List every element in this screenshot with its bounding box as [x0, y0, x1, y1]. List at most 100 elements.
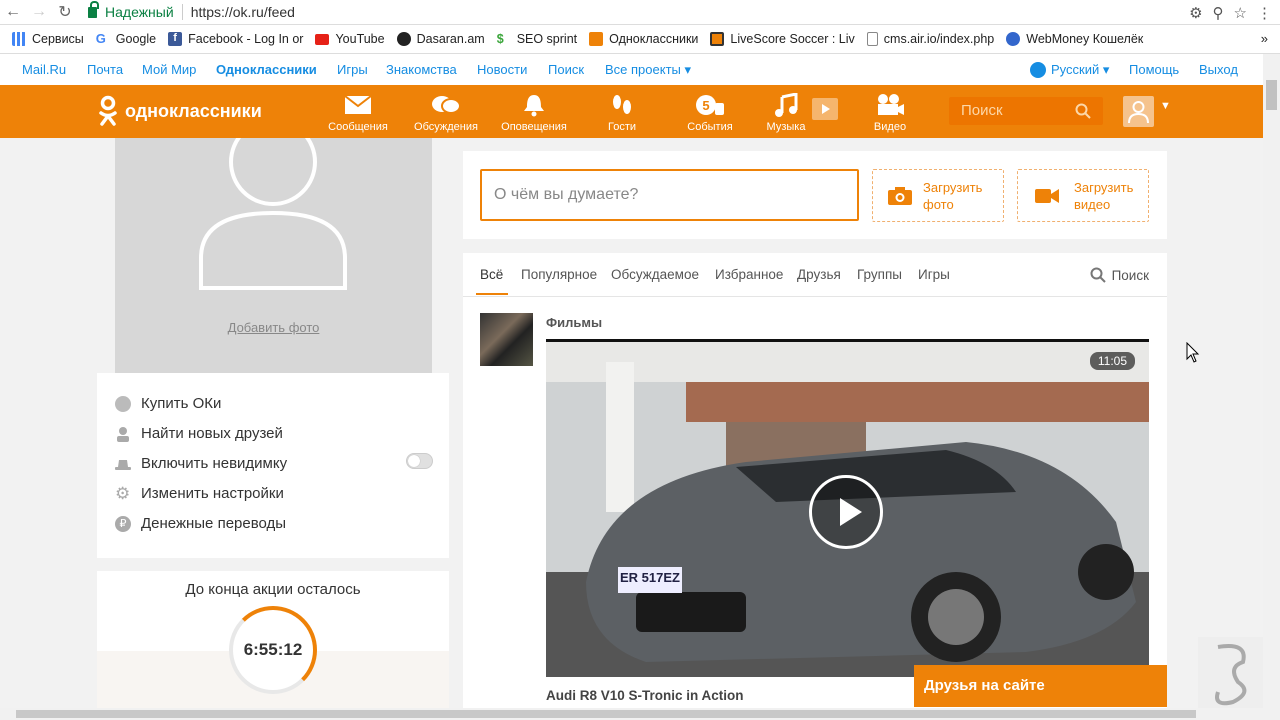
- apps-icon: [12, 32, 26, 46]
- mouse-cursor-icon: [1186, 341, 1200, 369]
- all-projects-link[interactable]: Все проекты ▾: [605, 62, 691, 78]
- nav-messages[interactable]: Сообщения: [318, 93, 398, 133]
- nav-video[interactable]: Видео: [850, 93, 930, 133]
- tab-games[interactable]: Игры: [918, 267, 950, 282]
- google-icon: G: [95, 31, 106, 46]
- video-duration: 11:05: [1089, 352, 1135, 370]
- more-bookmarks-icon[interactable]: »: [1261, 31, 1268, 46]
- bookmark-seosprint[interactable]: $ SEO sprint: [497, 32, 577, 46]
- news-link[interactable]: Новости: [477, 62, 527, 77]
- lock-icon: [88, 0, 99, 18]
- bookmark-livescore[interactable]: LiveScore Soccer : Liv: [710, 32, 855, 46]
- forward-icon[interactable]: →: [26, 3, 52, 21]
- footprints-icon: [613, 95, 631, 114]
- help-link[interactable]: Помощь: [1129, 62, 1179, 77]
- coin-icon: [115, 395, 131, 412]
- feed-author[interactable]: Фильмы: [546, 315, 602, 330]
- globe-icon: [1030, 62, 1046, 78]
- odnoklassniki-link[interactable]: Одноклассники: [216, 62, 317, 77]
- upload-photo-button[interactable]: Загрузить фото: [872, 169, 1004, 222]
- tab-friends[interactable]: Друзья: [797, 267, 841, 282]
- menu-invisible[interactable]: Включить невидимку: [115, 455, 287, 472]
- facebook-icon: f: [168, 32, 183, 46]
- bookmark-cms[interactable]: cms.air.io/index.php: [866, 32, 994, 46]
- chevron-down-icon[interactable]: ▼: [1160, 100, 1171, 112]
- film-camera-icon: [878, 94, 904, 115]
- nav-discussions[interactable]: Обсуждения: [406, 93, 486, 133]
- video-title[interactable]: Audi R8 V10 S-Tronic in Action: [546, 688, 744, 703]
- mail-link[interactable]: Почта: [87, 62, 123, 77]
- zoom-icon[interactable]: ⚲: [1213, 4, 1224, 22]
- logo-text: одноклассники: [125, 100, 262, 121]
- games-link[interactable]: Игры: [337, 62, 368, 77]
- bookmarks-bar: Сервисы G Google f Facebook - Log In or Yo…: [0, 25, 1280, 54]
- menu-buy-oki[interactable]: Купить ОКи: [115, 395, 221, 412]
- invisible-toggle[interactable]: [406, 453, 433, 469]
- post-composer: О чём вы думаете? Загрузить фото Загрузит…: [463, 151, 1167, 239]
- feed-tabs: Всё Популярное Обсуждаемое Избранное Дру…: [463, 253, 1167, 297]
- user-avatar[interactable]: [1123, 96, 1154, 127]
- user-icon: [1128, 101, 1149, 124]
- language-selector[interactable]: Русский ▾: [1030, 62, 1109, 78]
- horizontal-scrollbar[interactable]: [0, 708, 1263, 720]
- logout-link[interactable]: Выход: [1199, 62, 1238, 77]
- moimir-link[interactable]: Мой Мир: [142, 62, 196, 77]
- ok-search-input[interactable]: Поиск: [949, 97, 1103, 125]
- add-photo-link[interactable]: Добавить фото: [115, 320, 432, 335]
- dasaran-icon: [396, 32, 411, 46]
- video-player[interactable]: ER 517EZ 11:05: [546, 339, 1149, 677]
- dragon-watermark-icon: [1198, 637, 1263, 712]
- group-avatar[interactable]: [480, 313, 533, 366]
- bookmark-google[interactable]: G Google: [95, 31, 156, 47]
- mailru-link[interactable]: Mail.Ru: [22, 62, 66, 77]
- vertical-scroll-thumb[interactable]: [1266, 80, 1277, 110]
- menu-settings[interactable]: ⚙ Изменить настройки: [115, 485, 284, 503]
- extension-icon[interactable]: ⚙: [1189, 4, 1202, 22]
- menu-find-friends[interactable]: Найти новых друзей: [115, 425, 283, 442]
- tab-groups[interactable]: Группы: [857, 267, 902, 282]
- bookmark-odnoklassniki[interactable]: Одноклассники: [589, 32, 698, 46]
- bookmark-facebook[interactable]: f Facebook - Log In or: [168, 32, 303, 46]
- music-play-icon[interactable]: [812, 98, 838, 120]
- mailru-bar: Mail.Ru Почта Мой Мир Одноклассники Игры…: [0, 54, 1280, 85]
- bookmark-dasaran[interactable]: Dasaran.am: [396, 32, 485, 46]
- ruble-icon: ₽: [115, 515, 131, 532]
- placeholder-person-icon: [199, 138, 347, 290]
- dating-link[interactable]: Знакомства: [386, 62, 457, 77]
- bell-icon: [524, 95, 544, 117]
- nav-notifications[interactable]: Оповещения: [494, 93, 574, 133]
- back-icon[interactable]: ←: [0, 3, 26, 21]
- bookmark-services[interactable]: Сервисы: [12, 32, 84, 46]
- countdown-timer: 6:55:12: [229, 606, 317, 694]
- hat-icon: [115, 459, 131, 470]
- menu-money-transfers[interactable]: ₽ Денежные переводы: [115, 515, 286, 532]
- tab-all[interactable]: Всё: [480, 267, 503, 282]
- nav-events[interactable]: 5 События: [670, 93, 750, 133]
- vertical-scrollbar[interactable]: [1263, 54, 1280, 720]
- horizontal-scroll-thumb[interactable]: [16, 710, 1196, 718]
- active-tab-indicator: [476, 293, 508, 295]
- nav-guests[interactable]: Гости: [582, 93, 662, 133]
- tab-discussed[interactable]: Обсуждаемое: [611, 267, 699, 282]
- upload-video-button[interactable]: Загрузить видео: [1017, 169, 1149, 222]
- ok-icon: [589, 32, 604, 46]
- search-icon: [1090, 267, 1106, 283]
- friends-online-panel[interactable]: Друзья на сайте: [914, 665, 1167, 707]
- star-icon[interactable]: ☆: [1234, 4, 1247, 22]
- status-input[interactable]: О чём вы думаете?: [480, 169, 859, 221]
- play-icon[interactable]: [809, 475, 883, 549]
- url-text: https://ok.ru/feed: [190, 4, 295, 20]
- feed-search-button[interactable]: Поиск: [1090, 267, 1149, 283]
- bookmark-webmoney[interactable]: WebMoney Кошелёк: [1006, 32, 1143, 46]
- search-link[interactable]: Поиск: [548, 62, 584, 77]
- ok-logo[interactable]: одноклассники: [97, 95, 262, 127]
- url-field[interactable]: Надежный https://ok.ru/feed: [88, 0, 295, 20]
- license-plate: ER 517EZ: [620, 570, 680, 585]
- bookmark-youtube[interactable]: YouTube: [315, 32, 385, 46]
- reload-icon[interactable]: ↻: [52, 2, 78, 22]
- tab-favorites[interactable]: Избранное: [715, 267, 783, 282]
- menu-icon[interactable]: ⋮: [1257, 4, 1272, 22]
- tab-popular[interactable]: Популярное: [521, 267, 597, 282]
- youtube-icon: [315, 33, 330, 45]
- profile-photo[interactable]: Добавить фото: [115, 138, 432, 373]
